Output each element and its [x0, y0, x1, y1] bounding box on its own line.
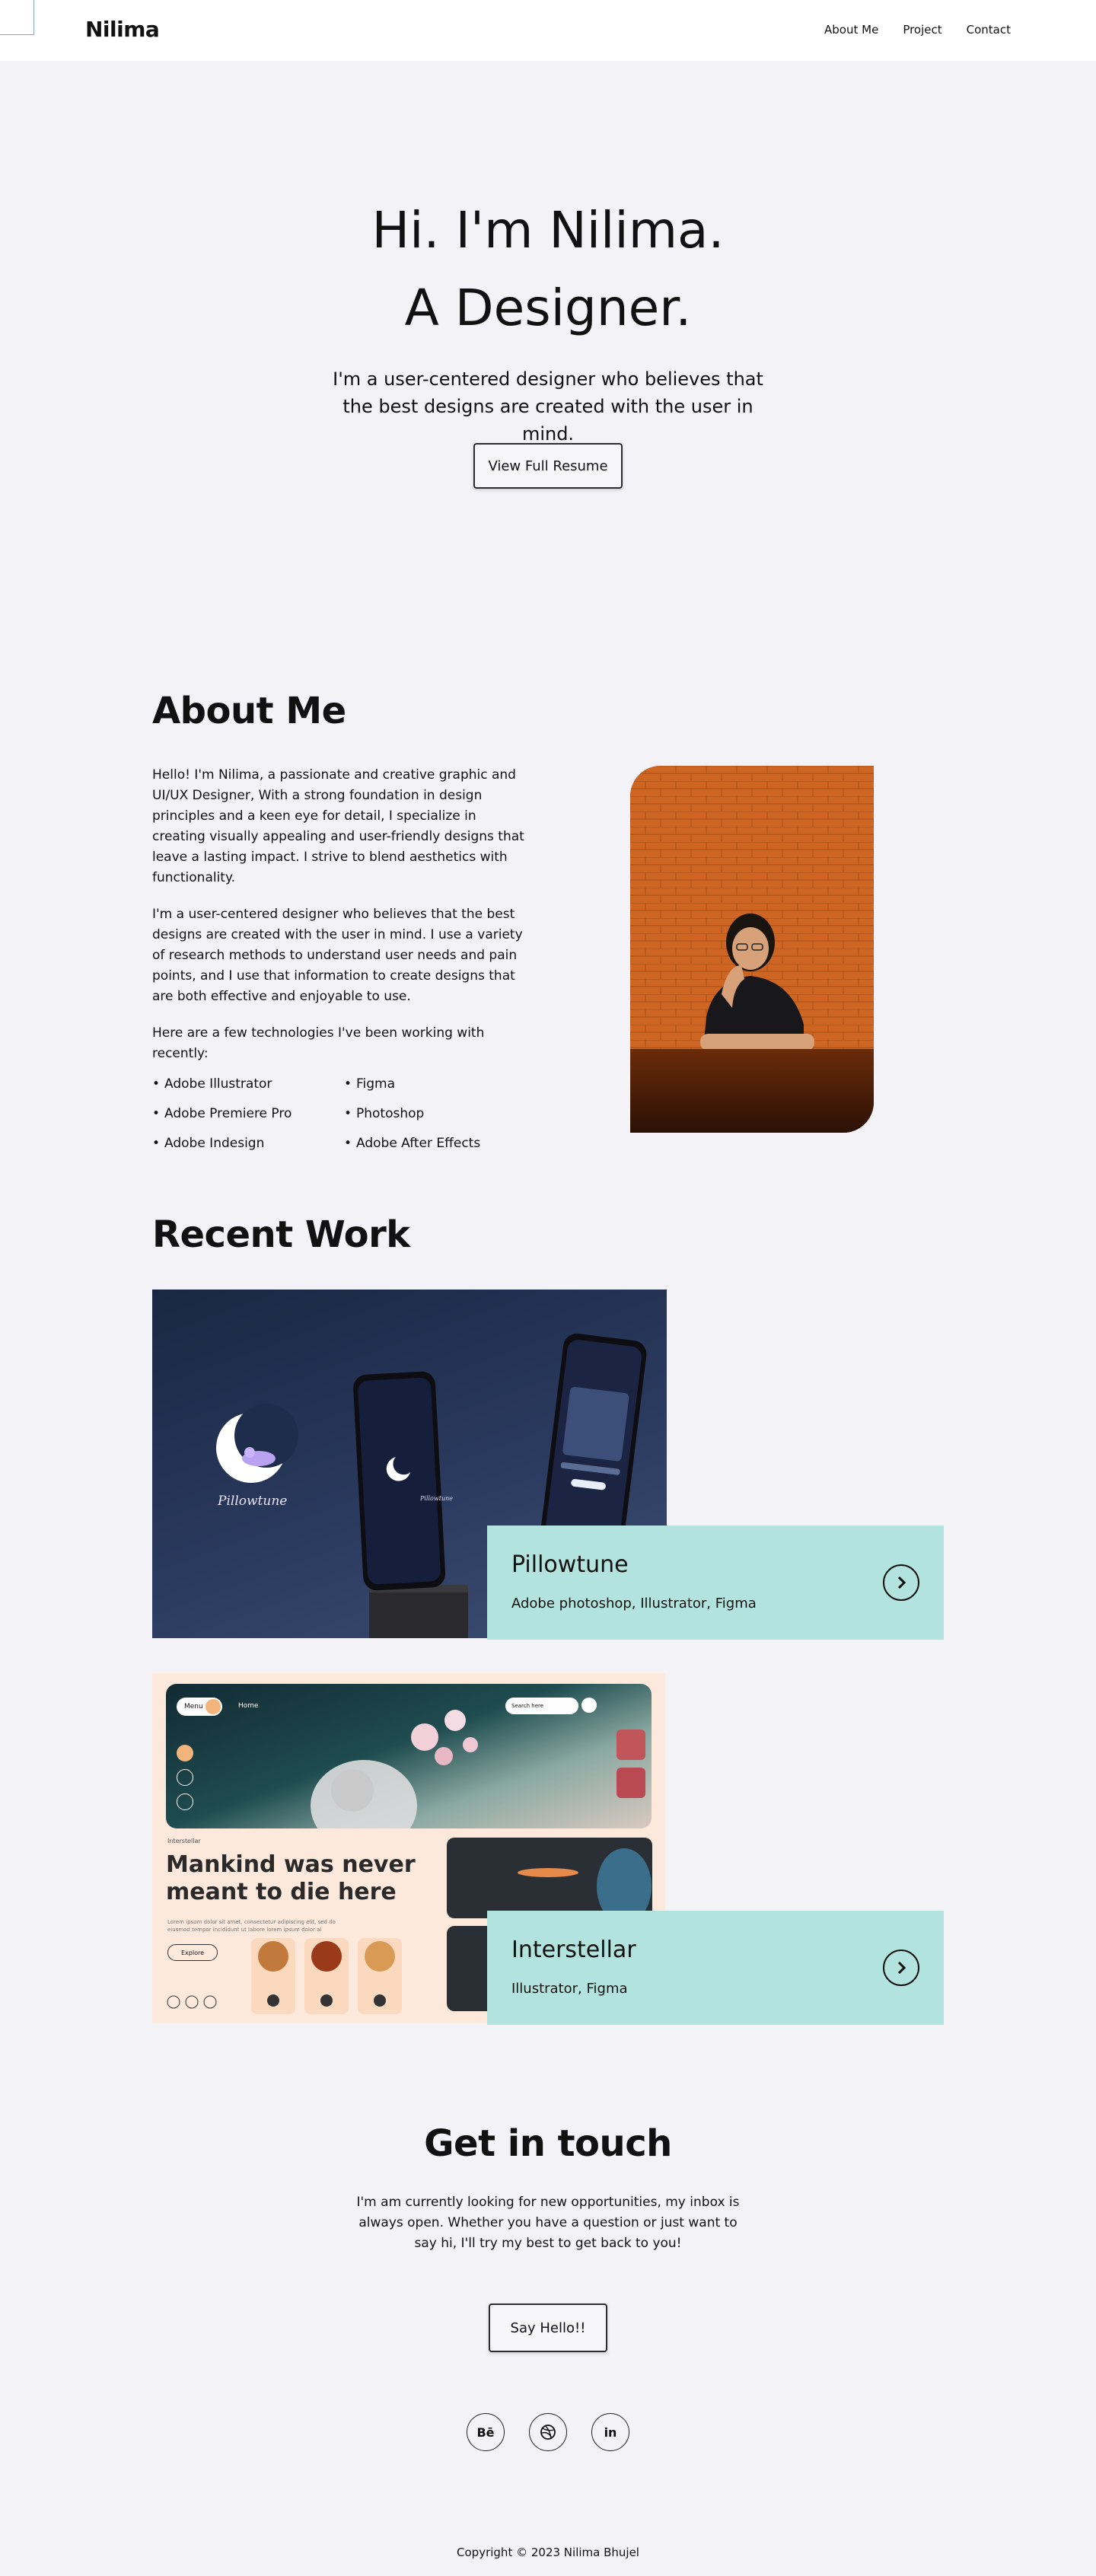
hero-subtitle: I'm a user-centered designer who believe…	[333, 368, 763, 445]
site-header: Nilima About Me Project Contact	[0, 0, 1096, 61]
contact-title: Get in touch	[424, 2122, 672, 2165]
nav-contact[interactable]: Contact	[967, 23, 1011, 37]
linkedin-icon[interactable]: in	[591, 2413, 629, 2451]
hero-heading-line2: A Designer.	[404, 279, 692, 337]
linkedin-label: in	[604, 2425, 617, 2440]
dribbble-icon[interactable]	[529, 2413, 567, 2451]
about-paragraph-3: Here are a few technologies I've been wo…	[152, 1025, 485, 1061]
tech-item: Adobe Indesign	[152, 1134, 344, 1153]
say-hello-button[interactable]: Say Hello!!	[489, 2303, 607, 2352]
about-title: About Me	[152, 690, 346, 732]
tech-item: Adobe Illustrator	[152, 1075, 344, 1093]
main-nav: About Me Project Contact	[824, 23, 1011, 37]
pillowtune-phone-caption: Pillowtune	[420, 1495, 453, 1502]
dribbble-glyph	[540, 2425, 556, 2440]
footer-copyright: Copyright © 2023 Nilima Bhujel	[457, 2546, 639, 2559]
view-resume-button[interactable]: View Full Resume	[473, 443, 623, 489]
tech-item: Adobe After Effects	[344, 1134, 533, 1153]
about-paragraph-1: Hello! I'm Nilima, a passionate and crea…	[152, 767, 524, 885]
behance-icon[interactable]: Bē	[467, 2413, 505, 2451]
pillowtune-logo-text: Pillowtune	[218, 1494, 288, 1509]
chevron-right-icon[interactable]	[883, 1564, 919, 1601]
pillowtune-project-card[interactable]: Pillowtune Adobe photoshop, Illustrator,…	[487, 1526, 944, 1640]
interstellar-project-card[interactable]: Interstellar Illustrator, Figma	[487, 1911, 944, 2025]
project-title: Interstellar	[511, 1937, 636, 1963]
about-paragraph-2: I'm a user-centered designer who believe…	[152, 907, 523, 1004]
behance-label: Bē	[476, 2425, 495, 2440]
project-tools: Illustrator, Figma	[511, 1981, 628, 1997]
nav-about[interactable]: About Me	[824, 23, 878, 37]
nav-project[interactable]: Project	[903, 23, 941, 37]
project-title: Pillowtune	[511, 1551, 629, 1578]
project-tools: Adobe photoshop, Illustrator, Figma	[511, 1596, 757, 1612]
hero-heading-line1: Hi. I'm Nilima.	[371, 201, 725, 260]
profile-photo-illustration	[630, 766, 874, 1133]
corner-guide	[0, 0, 34, 35]
recent-work-title: Recent Work	[152, 1213, 410, 1256]
contact-text: I'm am currently looking for new opportu…	[356, 2195, 740, 2251]
site-logo[interactable]: Nilima	[85, 17, 160, 42]
tech-item: Adobe Premiere Pro	[152, 1105, 344, 1123]
tech-item: Photoshop	[344, 1105, 533, 1123]
chevron-right-icon[interactable]	[883, 1950, 919, 1986]
tech-item: Figma	[344, 1075, 533, 1093]
technology-list: Adobe Illustrator Figma Adobe Premiere P…	[152, 1075, 533, 1153]
profile-photo	[630, 766, 874, 1133]
